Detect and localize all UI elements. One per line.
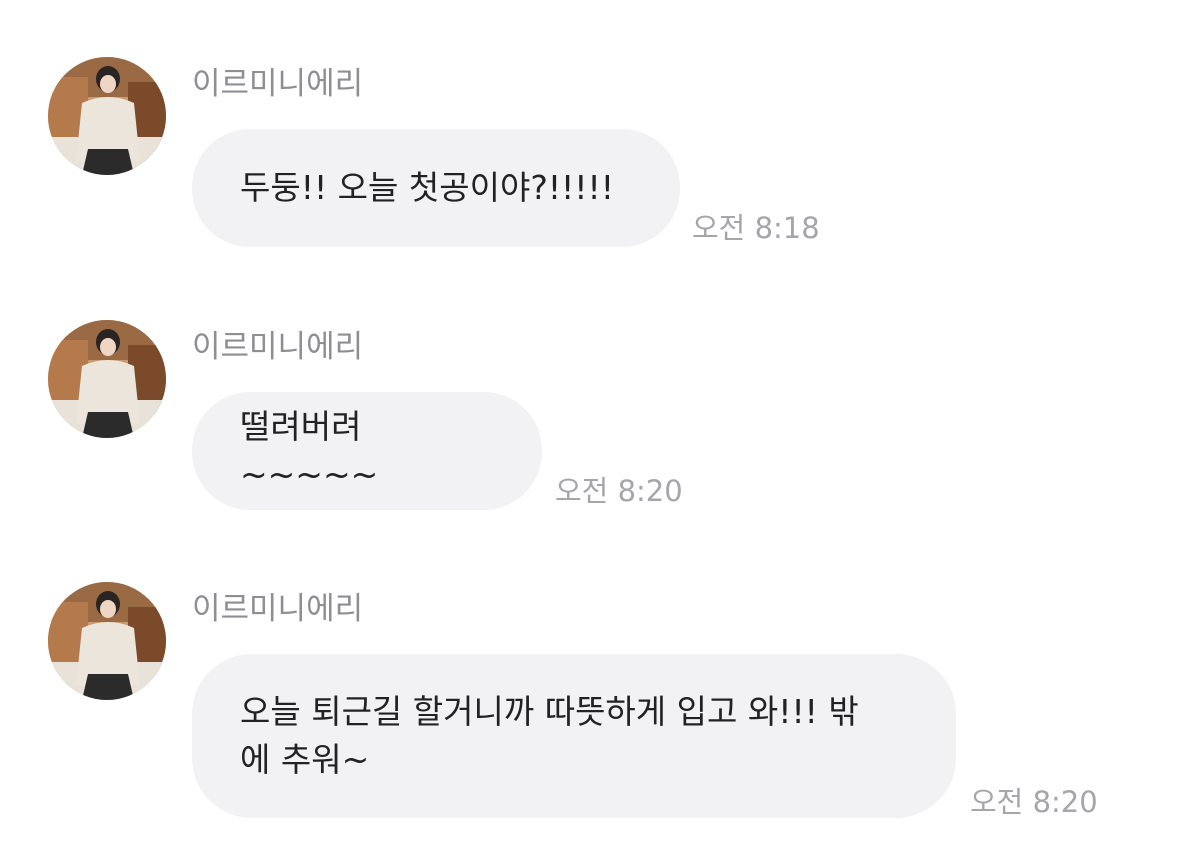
message-timestamp: 오전 8:20	[555, 474, 683, 508]
message-timestamp: 오전 8:20	[970, 785, 1098, 819]
message-bubble[interactable]: 떨려버려~~~~~	[192, 392, 542, 510]
message-text: 떨려버려~~~~~	[240, 407, 379, 494]
message-timestamp: 오전 8:18	[692, 211, 820, 245]
sender-name: 이르미니에리	[192, 591, 364, 627]
sender-name: 이르미니에리	[192, 66, 364, 102]
message-text: 두둥!! 오늘 첫공이야?!!!!!	[240, 168, 614, 207]
sender-avatar[interactable]	[48, 57, 166, 175]
message-text: 오늘 퇴근길 할거니까 따뜻하게 입고 와!!! 밖 에 추워~	[240, 692, 859, 779]
sender-avatar[interactable]	[48, 582, 166, 700]
avatar-photo-icon	[48, 320, 166, 438]
avatar-photo-icon	[48, 57, 166, 175]
sender-name: 이르미니에리	[192, 329, 364, 365]
sender-avatar[interactable]	[48, 320, 166, 438]
message-bubble[interactable]: 두둥!! 오늘 첫공이야?!!!!!	[192, 129, 680, 247]
message-bubble[interactable]: 오늘 퇴근길 할거니까 따뜻하게 입고 와!!! 밖 에 추워~	[192, 654, 956, 818]
avatar-photo-icon	[48, 582, 166, 700]
